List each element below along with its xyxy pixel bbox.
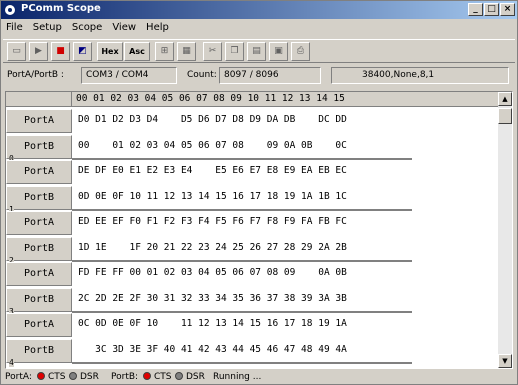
table-row[interactable]: PortB 1 0D 0E 0F 10 11 12 13 14 15 16 17 1… — [6, 185, 500, 214]
row-index: 4 — [9, 357, 14, 367]
portb-status-label: PortB: — [111, 372, 139, 382]
row-hex-data: 3C 3D 3E 3F 40 41 42 43 44 45 46 47 48 4… — [78, 343, 347, 355]
title-bar[interactable]: PComm Scope _ □ × — [1, 1, 517, 19]
row-port-text: PortB — [23, 344, 55, 356]
menu-scope[interactable]: Scope — [67, 20, 107, 35]
scroll-down-arrow-icon[interactable]: ▼ — [498, 354, 512, 368]
cut-icon[interactable]: ✂ — [203, 42, 222, 61]
porta-cts-led-icon — [37, 371, 45, 384]
app-icon[interactable] — [4, 4, 16, 16]
app-window: PComm Scope _ □ × File Setup Scope View Help ▭… — [0, 0, 518, 385]
portb-dsr-led-icon — [175, 371, 183, 384]
row-port-label: PortB 2 — [6, 236, 72, 265]
row-port-text: PortB — [23, 293, 55, 305]
table-row[interactable]: PortA DE DF E0 E1 E2 E3 E4 E5 E6 E7 E8 E9… — [6, 160, 500, 184]
save-icon[interactable]: ▣ — [269, 42, 288, 61]
count-label: Count: — [187, 70, 217, 80]
portb-cts-led-icon — [143, 371, 151, 384]
open-icon[interactable]: ▭ — [7, 42, 26, 61]
menu-file[interactable]: File — [1, 20, 28, 35]
menu-help[interactable]: Help — [141, 20, 174, 35]
column-header-row: 00 01 02 03 04 05 06 07 08 09 10 11 12 1… — [6, 92, 500, 107]
row-port-text: PortA — [23, 217, 55, 228]
copy-icon[interactable]: ❐ — [225, 42, 244, 61]
row-port-text: PortB — [23, 140, 55, 152]
port-label: PortA/PortB : — [7, 70, 64, 80]
port-field: COM3 / COM4 — [81, 67, 177, 84]
grid-icon[interactable]: ▦ — [177, 42, 196, 61]
table-row[interactable]: PortB 3 2C 2D 2E 2F 30 31 32 33 34 35 36 3… — [6, 287, 500, 316]
table-row[interactable]: PortA FD FE FF 00 01 02 03 04 05 06 07 08… — [6, 262, 500, 286]
capture-icon[interactable]: ◩ — [73, 42, 92, 61]
scroll-thumb[interactable] — [498, 108, 512, 124]
menu-view[interactable]: View — [107, 20, 141, 35]
toolbar: ▭ ▶ ■ ◩ Hex Asc ⊞ ▦ ✂ ❐ ▤ ▣ ⎙ — [3, 39, 515, 63]
minimize-button[interactable]: _ — [468, 3, 483, 16]
row-port-label: PortA — [6, 211, 72, 235]
menu-bar: File Setup Scope View Help — [1, 20, 517, 37]
table-row[interactable]: PortA D0 D1 D2 D3 D4 D5 D6 D7 D8 D9 DA DB… — [6, 109, 500, 133]
table-row[interactable]: PortB 4 3C 3D 3E 3F 40 41 42 43 44 45 46 … — [6, 338, 500, 367]
info-bar: PortA/PortB : COM3 / COM4 Count: 8097 / … — [3, 65, 515, 87]
print-icon[interactable]: ⎙ — [291, 42, 310, 61]
running-status: Running ... — [213, 372, 262, 382]
porta-status-label: PortA: — [5, 372, 32, 382]
play-icon[interactable]: ▶ — [29, 42, 48, 61]
row-hex-data: 0D 0E 0F 10 11 12 13 14 15 16 17 18 19 1… — [78, 190, 347, 202]
header-corner — [6, 92, 72, 107]
row-port-text: PortB — [23, 191, 55, 203]
row-port-text: PortA — [23, 268, 55, 279]
row-hex-data: 1D 1E 1F 20 21 22 23 24 25 26 27 28 29 2… — [78, 241, 347, 253]
row-hex-data: 0C 0D 0E 0F 10 11 12 13 14 15 16 17 18 1… — [78, 318, 347, 329]
maximize-button[interactable]: □ — [484, 3, 499, 16]
row-port-label: PortA — [6, 313, 72, 337]
row-port-label: PortA — [6, 109, 72, 133]
columns-icon[interactable]: ⊞ — [155, 42, 174, 61]
porta-dsr-led-icon — [69, 371, 77, 384]
row-port-text: PortB — [23, 242, 55, 254]
row-port-text: PortA — [23, 319, 55, 330]
portb-cts-label: CTS — [154, 372, 172, 382]
row-port-text: PortA — [23, 166, 55, 177]
count-field: 8097 / 8096 — [219, 67, 321, 84]
row-port-label: PortB 0 — [6, 134, 72, 163]
portb-dsr-label: DSR — [186, 372, 205, 382]
row-pair-separator — [72, 361, 412, 364]
row-hex-data: DE DF E0 E1 E2 E3 E4 E5 E6 E7 E8 E9 EA E… — [78, 165, 347, 176]
row-hex-data: ED EE EF F0 F1 F2 F3 F4 F5 F6 F7 F8 F9 F… — [78, 216, 347, 227]
row-hex-data: FD FE FF 00 01 02 03 04 05 06 07 08 09 0… — [78, 267, 347, 278]
settings-field: 38400,None,8,1 — [331, 67, 509, 84]
column-headers: 00 01 02 03 04 05 06 07 08 09 10 11 12 1… — [76, 93, 345, 104]
stop-icon[interactable]: ■ — [51, 42, 70, 61]
porta-cts-label: CTS — [48, 372, 66, 382]
ascii-button[interactable]: Asc — [124, 42, 150, 61]
row-hex-data: 2C 2D 2E 2F 30 31 32 33 34 35 36 37 38 3… — [78, 292, 347, 304]
paste-icon[interactable]: ▤ — [247, 42, 266, 61]
row-port-text: PortA — [23, 115, 55, 126]
row-port-label: PortB 3 — [6, 287, 72, 316]
row-port-label: PortB 1 — [6, 185, 72, 214]
table-row[interactable]: PortA ED EE EF F0 F1 F2 F3 F4 F5 F6 F7 F8… — [6, 211, 500, 235]
close-button[interactable]: × — [500, 3, 515, 16]
row-hex-data: D0 D1 D2 D3 D4 D5 D6 D7 D8 D9 DA DB DC D… — [78, 114, 347, 125]
window-controls: _ □ × — [467, 3, 515, 17]
row-hex-data: 00 01 02 03 04 05 06 07 08 09 0A 0B 0C — [78, 139, 347, 151]
data-grid[interactable]: 00 01 02 03 04 05 06 07 08 09 10 11 12 1… — [5, 91, 513, 369]
menu-setup[interactable]: Setup — [28, 20, 67, 35]
row-port-label: PortA — [6, 160, 72, 184]
status-bar: PortA: CTS DSR PortB: CTS DSR Running ..… — [3, 371, 515, 384]
table-row[interactable]: PortB 0 00 01 02 03 04 05 06 07 08 09 0A 0… — [6, 134, 500, 163]
vertical-scrollbar[interactable]: ▲ ▼ — [498, 92, 512, 368]
window-title: PComm Scope — [21, 3, 101, 14]
hex-button[interactable]: Hex — [97, 42, 123, 61]
row-port-label: PortB 4 — [6, 338, 72, 367]
porta-dsr-label: DSR — [80, 372, 99, 382]
table-row[interactable]: PortA 0C 0D 0E 0F 10 11 12 13 14 15 16 17… — [6, 313, 500, 337]
scroll-up-arrow-icon[interactable]: ▲ — [498, 92, 512, 106]
table-row[interactable]: PortB 2 1D 1E 1F 20 21 22 23 24 25 26 27 2… — [6, 236, 500, 265]
row-port-label: PortA — [6, 262, 72, 286]
